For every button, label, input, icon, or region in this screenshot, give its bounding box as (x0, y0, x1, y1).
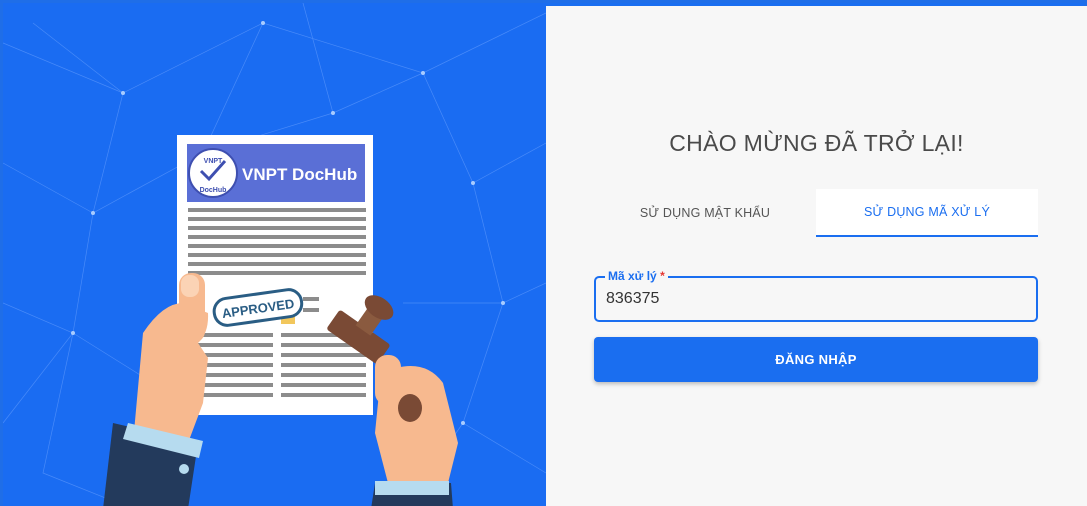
processing-code-label-text: Mã xử lý (608, 269, 657, 283)
processing-code-input[interactable] (606, 288, 1026, 310)
welcome-title: CHÀO MỪNG ĐÃ TRỞ LẠI! (669, 130, 964, 156)
required-mark: * (660, 269, 665, 283)
logo-badge-top-text: VNPT (204, 158, 223, 165)
processing-code-field[interactable]: Mã xử lý * (594, 269, 1038, 322)
right-sleeve (371, 481, 453, 506)
left-hand (133, 273, 209, 443)
document-approval-illustration: VNPT DocHub VNPT DocHub APPROVED (103, 135, 458, 506)
login-page: VNPT DocHub VNPT DocHub APPROVED CHÀO MỪ… (0, 0, 1087, 506)
logo-text: VNPT DocHub (242, 165, 357, 184)
tab-use-password[interactable]: SỬ DỤNG MẬT KHẨU (594, 189, 816, 237)
illustration-panel: VNPT DocHub VNPT DocHub APPROVED (3, 3, 546, 506)
login-button[interactable]: ĐĂNG NHẬP (594, 337, 1038, 382)
login-method-tabs: SỬ DỤNG MẬT KHẨU SỬ DỤNG MÃ XỬ LÝ (594, 189, 1038, 237)
tab-use-processing-code[interactable]: SỬ DỤNG MÃ XỬ LÝ (816, 189, 1038, 237)
processing-code-label: Mã xử lý * (605, 269, 668, 283)
login-panel: CHÀO MỪNG ĐÃ TRỞ LẠI! SỬ DỤNG MẬT KHẨU S… (546, 6, 1087, 506)
logo-badge-bottom-text: DocHub (200, 187, 227, 194)
